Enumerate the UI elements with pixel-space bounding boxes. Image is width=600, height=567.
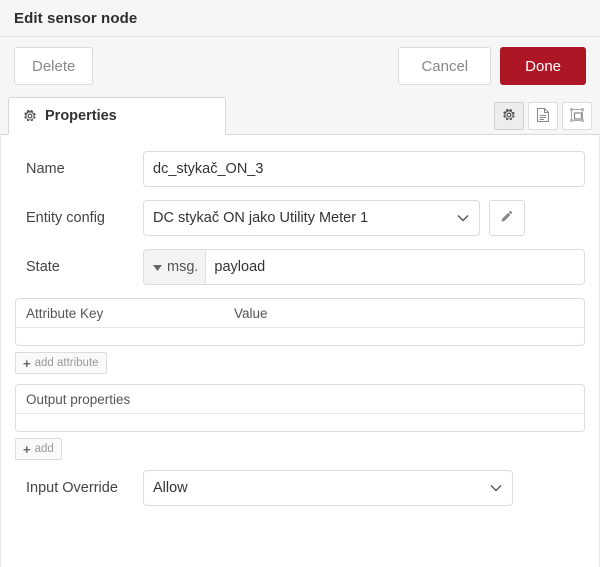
plus-icon: + (23, 355, 31, 371)
state-value-input[interactable]: payload (206, 250, 584, 284)
state-type-selector[interactable]: msg. (144, 250, 207, 284)
entity-config-select[interactable]: DC stykač ON jako Utility Meter 1 (143, 200, 480, 236)
appearance-tool-button[interactable] (562, 102, 592, 130)
chevron-down-icon (457, 214, 469, 222)
caret-down-icon (153, 259, 162, 275)
output-properties-table: Output properties (15, 384, 585, 432)
name-label: Name (26, 161, 65, 177)
attributes-block: Attribute Key Value + add attribute (15, 298, 585, 374)
cancel-button[interactable]: Cancel (398, 47, 492, 85)
description-tool-button[interactable] (528, 102, 558, 130)
done-button[interactable]: Done (500, 47, 586, 85)
name-input[interactable] (143, 151, 585, 187)
tab-properties[interactable]: Properties (8, 97, 226, 135)
properties-tool-button[interactable] (494, 102, 524, 130)
output-properties-column: Output properties (26, 391, 131, 407)
state-typed-input: msg. payload (143, 249, 585, 285)
entity-config-edit-button[interactable] (489, 200, 525, 236)
attributes-table-header: Attribute Key Value (16, 299, 584, 328)
page-title: Edit sensor node (14, 9, 138, 27)
form-row-name: Name (15, 151, 585, 187)
entity-config-label: Entity config (26, 210, 105, 226)
dialog-header: Edit sensor node (0, 0, 600, 37)
output-properties-block: Output properties + add (15, 384, 585, 460)
attributes-column-key: Attribute Key (26, 305, 104, 321)
input-override-label: Input Override (26, 480, 118, 496)
tab-label: Properties (45, 108, 117, 124)
delete-button[interactable]: Delete (14, 47, 94, 85)
entity-config-select-wrap: DC stykač ON jako Utility Meter 1 (143, 200, 525, 236)
add-attribute-label: add attribute (34, 357, 99, 369)
state-type-label: msg. (167, 259, 199, 275)
properties-form-panel: Name Entity config DC stykač ON jako Uti… (0, 135, 600, 567)
chevron-down-icon (490, 484, 502, 492)
add-output-property-button[interactable]: + add (15, 438, 62, 460)
description-icon (536, 107, 550, 126)
input-override-value: Allow (153, 480, 188, 496)
gear-icon (502, 108, 516, 125)
input-override-select-wrap: Allow (143, 470, 513, 506)
entity-config-value: DC stykač ON jako Utility Meter 1 (153, 210, 369, 226)
output-properties-table-body (16, 414, 584, 431)
attributes-column-value: Value (234, 305, 268, 321)
plus-icon: + (23, 441, 31, 457)
tab-tool-buttons (494, 102, 592, 130)
tab-bar: Properties (0, 95, 600, 135)
attributes-table: Attribute Key Value (15, 298, 585, 346)
gear-icon (23, 109, 37, 123)
appearance-icon (569, 107, 585, 126)
pencil-icon (500, 210, 514, 227)
input-override-select[interactable]: Allow (143, 470, 513, 506)
form-row-entity-config: Entity config DC stykač ON jako Utility … (15, 200, 585, 236)
output-properties-table-header: Output properties (16, 385, 584, 414)
form-row-state: State msg. payload (15, 249, 585, 285)
attributes-table-body (16, 328, 584, 345)
add-output-property-label: add (34, 443, 54, 455)
state-label: State (26, 259, 60, 275)
add-attribute-button[interactable]: + add attribute (15, 352, 107, 374)
form-row-input-override: Input Override Allow (15, 470, 585, 506)
dialog-button-bar: Delete Cancel Done (0, 37, 600, 95)
